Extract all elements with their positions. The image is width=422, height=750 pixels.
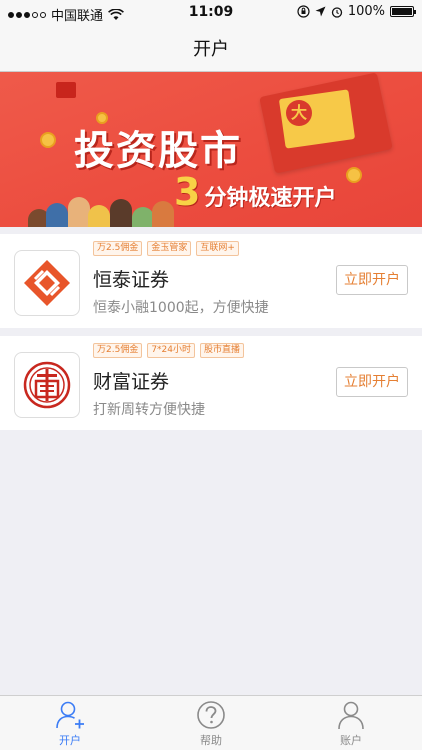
banner-subtitle-text: 分钟极速开户 [204, 186, 337, 211]
broker-name: 恒泰证券 [93, 269, 170, 291]
broker-name: 财富证券 [93, 371, 170, 393]
tab-label: 开户 [59, 734, 81, 747]
broker-card-hengtai[interactable]: 万2.5佣金 金玉管家 互联网+ 恒泰证券 恒泰小融1000起，方便快捷 立即开… [0, 234, 422, 328]
alarm-icon [331, 6, 342, 18]
status-right: 100% [297, 4, 416, 19]
broker-tags: 万2.5佣金 金玉管家 互联网+ [93, 241, 239, 256]
tag: 金玉管家 [147, 241, 192, 256]
status-bar: 中国联通 11:09 100% [0, 0, 422, 24]
broker-description: 恒泰小融1000起，方便快捷 [93, 300, 269, 316]
nav-bar: 开户 [0, 24, 422, 72]
battery-icon [390, 6, 416, 17]
battery-percent: 100% [347, 4, 385, 19]
hengtai-logo-icon [24, 260, 70, 306]
tab-label: 帮助 [200, 734, 222, 747]
location-icon [315, 6, 326, 17]
broker-card-caifu[interactable]: 万2.5佣金 7*24小时 股市直播 财富证券 打新周转方便快捷 立即开户 [0, 336, 422, 430]
help-icon [197, 701, 225, 729]
broker-tags: 万2.5佣金 7*24小时 股市直播 [93, 343, 245, 358]
coin-icon [40, 132, 56, 148]
promo-banner[interactable]: 大 投资股市 3 分钟极速开户 [0, 72, 422, 227]
page-title: 开户 [193, 38, 229, 60]
tag: 互联网+ [196, 241, 239, 256]
tag: 7*24小时 [147, 343, 196, 358]
broker-logo [14, 352, 80, 418]
tab-help[interactable]: 帮助 [171, 700, 251, 748]
add-user-icon [56, 701, 84, 729]
banner-seal: 大 [286, 100, 312, 126]
tab-label: 账户 [340, 734, 362, 747]
tab-account[interactable]: 账户 [311, 700, 391, 748]
tag: 万2.5佣金 [93, 241, 143, 256]
rotation-lock-icon [297, 5, 310, 18]
battery-level [392, 8, 412, 15]
banner-title: 投资股市 [74, 128, 242, 174]
broker-description: 打新周转方便快捷 [93, 402, 205, 418]
red-envelope-icon [56, 82, 76, 98]
broker-logo [14, 250, 80, 316]
open-account-button[interactable]: 立即开户 [336, 265, 408, 295]
tag: 股市直播 [200, 343, 245, 358]
crowd-illustration [28, 191, 178, 227]
open-account-button[interactable]: 立即开户 [336, 367, 408, 397]
tag: 万2.5佣金 [93, 343, 143, 358]
caifu-logo-icon [23, 361, 71, 409]
account-icon [338, 701, 364, 730]
tab-open-account[interactable]: 开户 [30, 700, 110, 748]
tab-bar: 开户 帮助 账户 [0, 695, 422, 750]
coin-icon [346, 167, 362, 183]
banner-subtitle: 3 分钟极速开户 [174, 170, 336, 214]
